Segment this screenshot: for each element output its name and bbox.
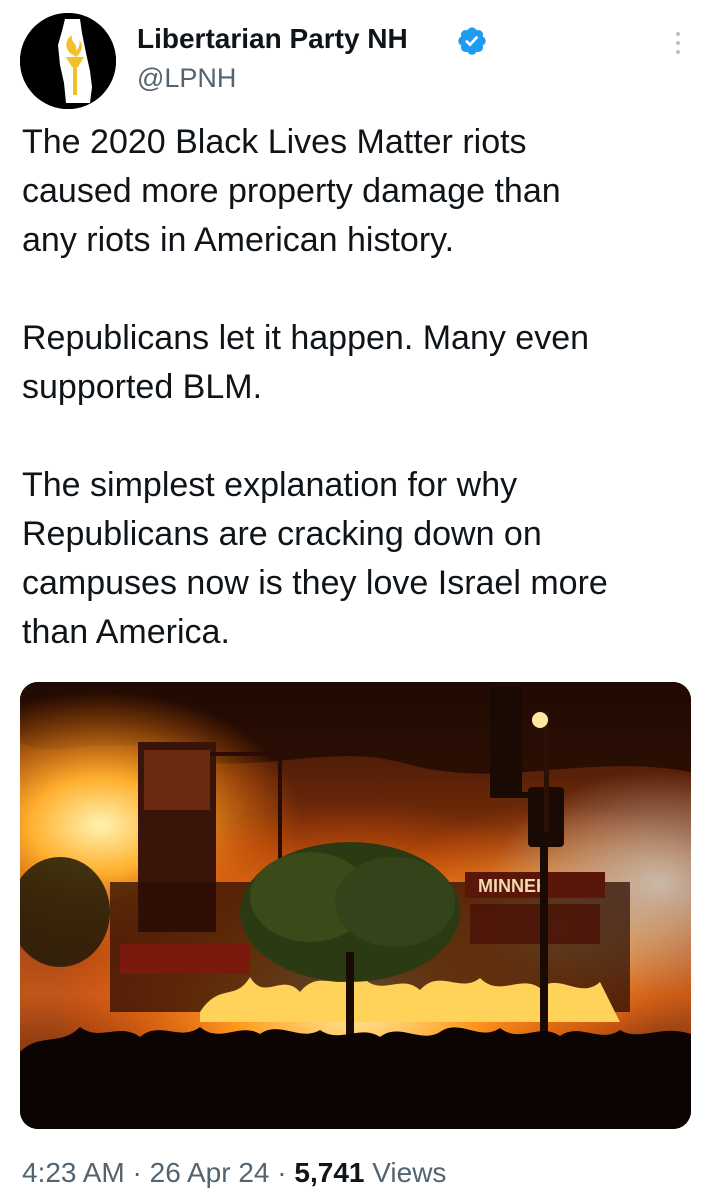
tweet-line: caused more property damage than (22, 172, 561, 210)
tweet-date[interactable]: 26 Apr 24 (150, 1157, 270, 1188)
tweet-line: supported BLM. (22, 368, 263, 406)
views-count: 5,741 (294, 1157, 365, 1188)
author-avatar[interactable] (20, 13, 116, 109)
tweet-line: than America. (22, 613, 230, 651)
views-label: Views (372, 1157, 447, 1188)
tweet-line: campuses now is they love Israel more (22, 564, 608, 602)
tweet-line: The simplest explanation for why (22, 466, 518, 504)
burning-building-photo: MINNEH (20, 682, 691, 1129)
tweet-line: Republicans let it happen. Many even (22, 319, 590, 357)
tweet-line: The 2020 Black Lives Matter riots (22, 123, 527, 161)
meta-separator: · (277, 1157, 287, 1188)
tweet-line: any riots in American history. (22, 221, 455, 259)
tweet-card[interactable]: Libertarian Party NH @LPNH The 2020 Blac… (0, 0, 712, 1200)
tweet-metadata: 4:23 AM · 26 Apr 24 · 5,741 Views (22, 1155, 446, 1191)
verified-badge-icon (458, 27, 486, 55)
tweet-line: Republicans are cracking down on (22, 515, 542, 553)
tweet-paragraph: Republicans let it happen. Many even sup… (22, 314, 692, 412)
meta-separator: · (132, 1157, 142, 1188)
tweet-text: The 2020 Black Lives Matter riots caused… (22, 118, 692, 657)
author-name[interactable]: Libertarian Party NH (137, 22, 408, 56)
tweet-paragraph: The 2020 Black Lives Matter riots caused… (22, 118, 692, 265)
more-options-icon[interactable] (668, 32, 688, 58)
photo-sign-text: MINNEH (478, 876, 549, 896)
tweet-time[interactable]: 4:23 AM (22, 1157, 125, 1188)
tweet-photo[interactable]: MINNEH (20, 682, 691, 1129)
author-handle[interactable]: @LPNH (137, 62, 236, 94)
tweet-paragraph: The simplest explanation for why Republi… (22, 461, 692, 657)
new-hampshire-torch-logo (20, 13, 116, 109)
